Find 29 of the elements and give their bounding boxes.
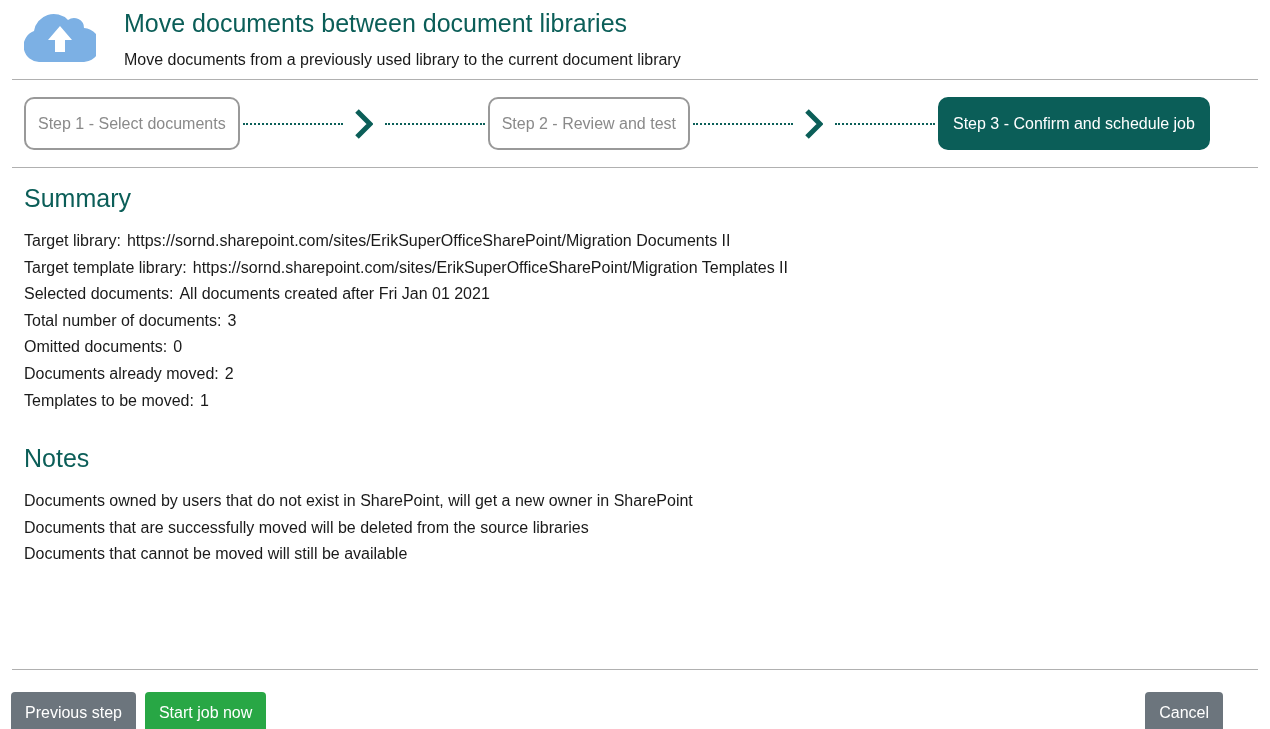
cancel-button[interactable]: Cancel — [1145, 692, 1223, 729]
step-tab[interactable]: Step 1 - Select documents — [24, 97, 240, 150]
summary-value: https://sornd.sharepoint.com/sites/ErikSuperOfficeSharePoint/Migration Templates II — [192, 257, 788, 278]
note-text: Documents owned by users that do not exist in SharePoint, will get a new owner in SharePoint — [24, 491, 694, 512]
summary-label: Omitted documents: — [24, 337, 168, 358]
summary-value: https://sornd.sharepoint.com/sites/ErikSuperOfficeSharePoint/Migration Documents II — [126, 231, 731, 251]
note-text: Documents that cannot be moved will still be available — [24, 544, 409, 565]
summary-label: Templates to be moved: — [24, 390, 194, 411]
previous-step-button[interactable]: Previous step — [11, 692, 136, 729]
summary-label: Selected documents: — [24, 284, 174, 305]
summary-label: Total number of documents: — [24, 310, 222, 331]
summary-label: Target template library: — [24, 257, 187, 278]
summary-value: 2 — [224, 363, 234, 384]
summary-value: 1 — [199, 390, 209, 411]
step-tab[interactable]: Step 2 - Review and test — [487, 97, 690, 150]
summary-label: Documents already moved: — [24, 363, 219, 384]
chevron-icon — [354, 108, 373, 139]
page-subtitle: Move documents from a previously used library to the current document library — [124, 50, 681, 70]
section-heading: Summary — [24, 183, 132, 214]
page-title: Move documents between document libraries — [124, 8, 629, 39]
summary-value: All documents created after Fri Jan 01 2021 — [179, 284, 490, 305]
note-text: Documents that are successfully moved will be deleted from the source libraries — [24, 517, 590, 538]
start-job-button[interactable]: Start job now — [144, 692, 267, 729]
summary-value: 3 — [227, 310, 237, 331]
step-tab[interactable]: Step 3 - Confirm and schedule job — [937, 97, 1210, 150]
summary-value: 0 — [173, 337, 183, 358]
chevron-icon — [804, 108, 823, 139]
summary-label: Target library: — [24, 231, 121, 251]
section-heading: Notes — [24, 443, 91, 475]
